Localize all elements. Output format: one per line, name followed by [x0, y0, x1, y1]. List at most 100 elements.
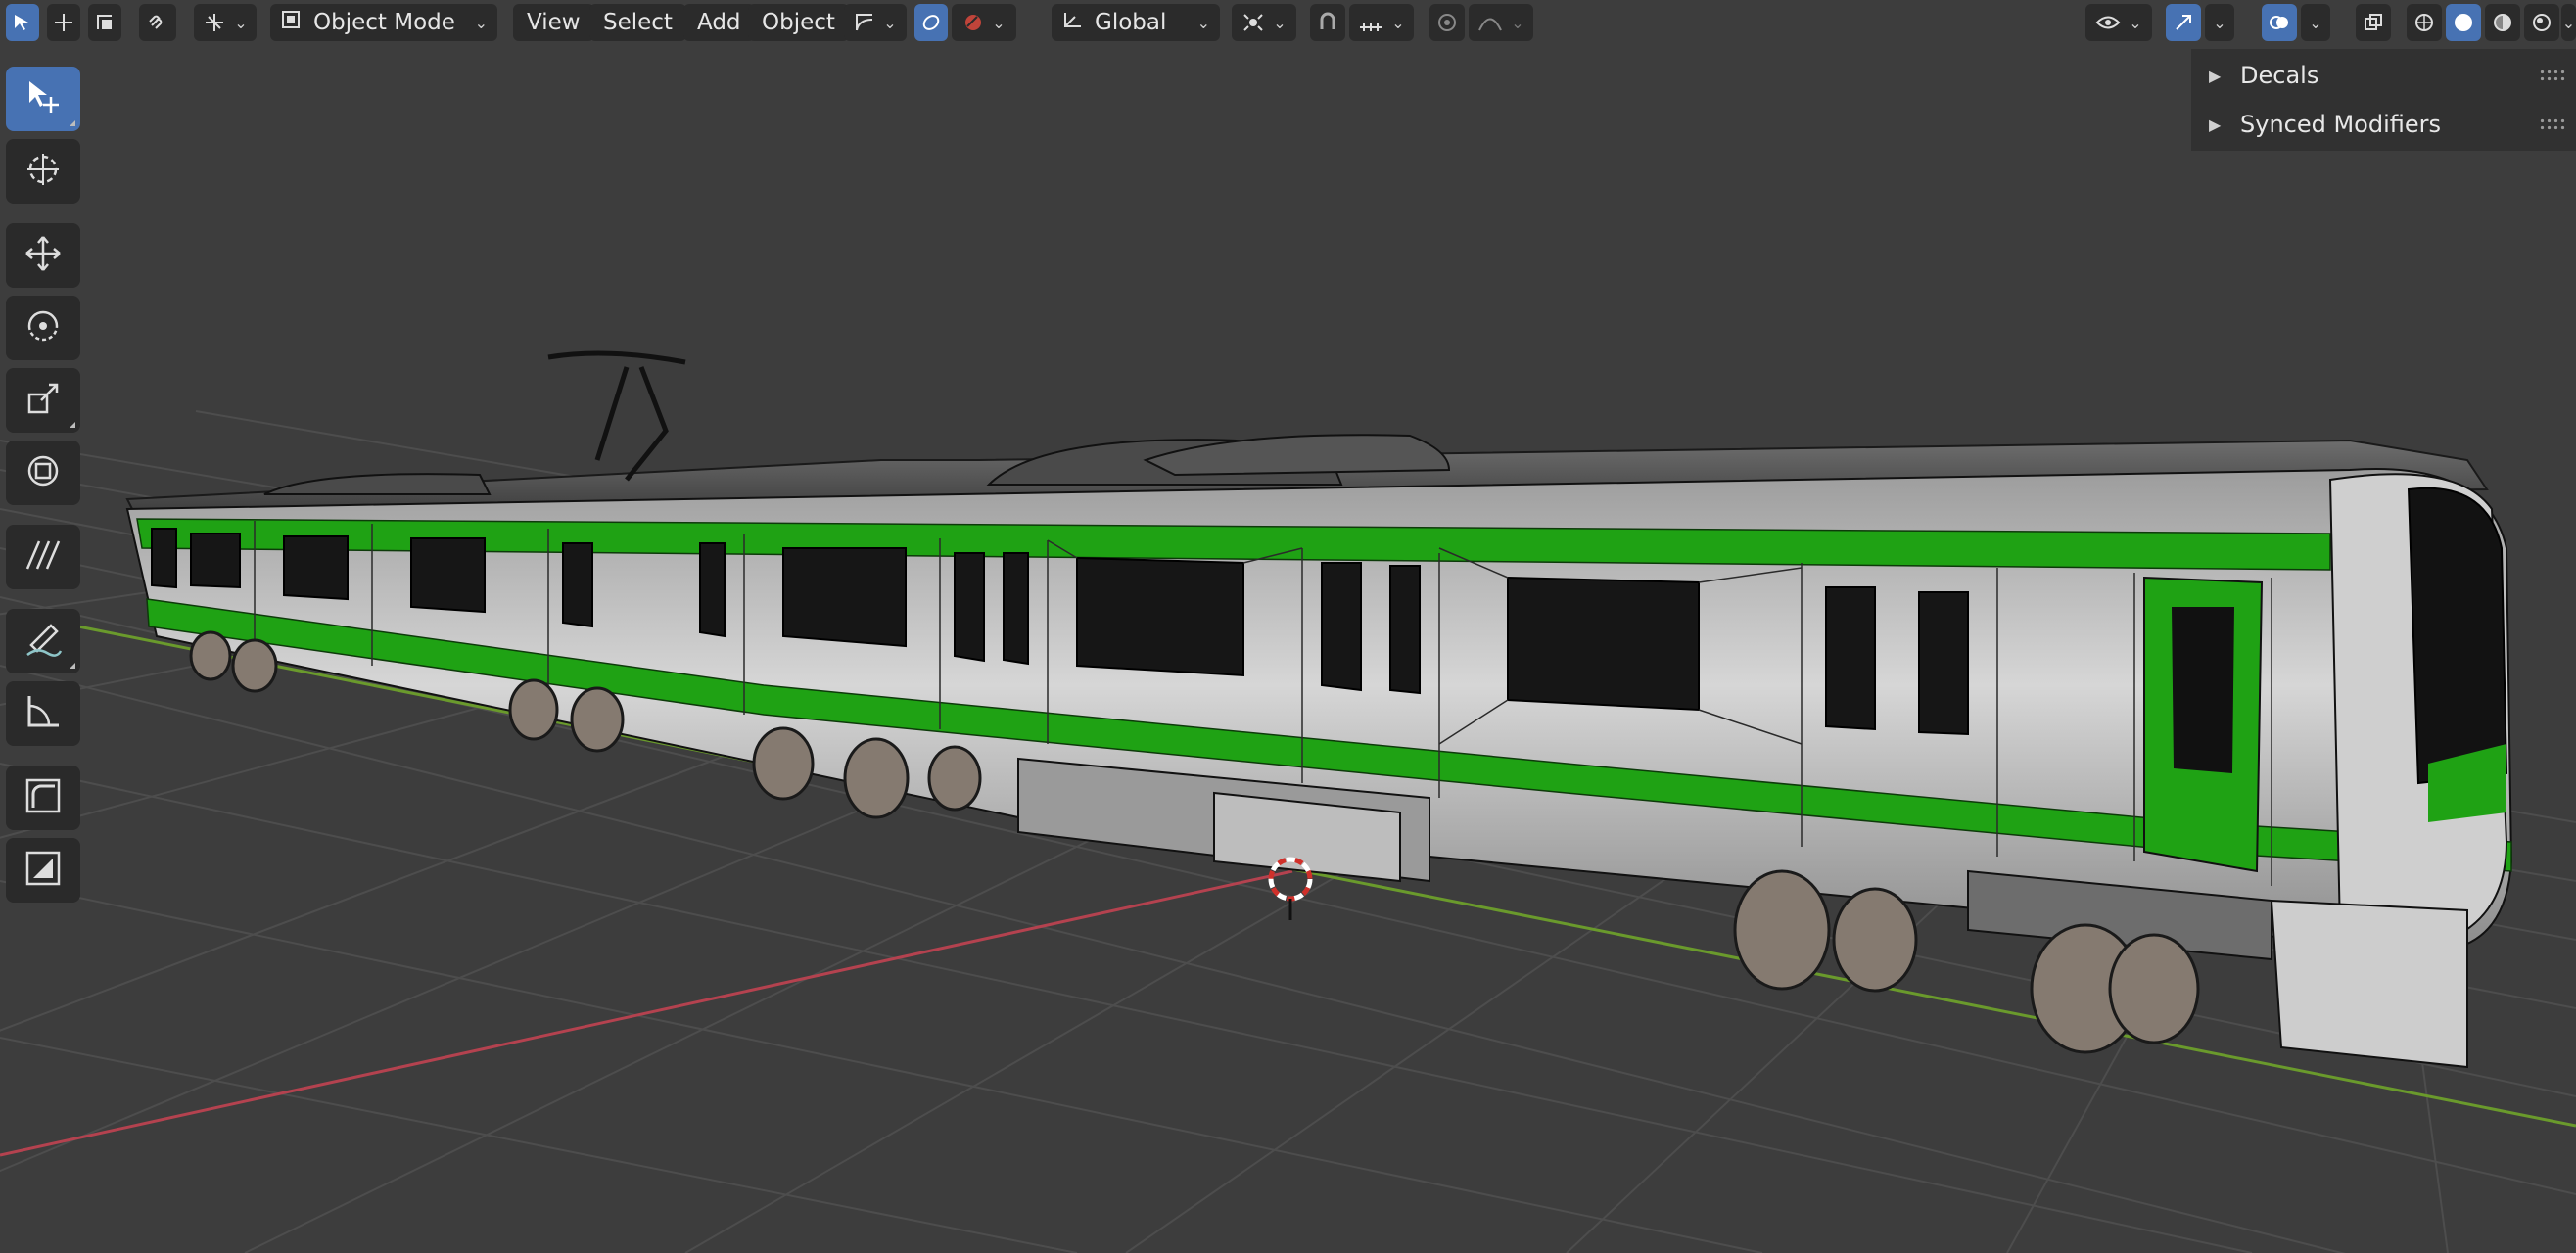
cursor-mode-button[interactable] [47, 4, 80, 41]
more-tools-indicator [70, 663, 75, 669]
menu-view[interactable]: View [513, 4, 594, 41]
cursor-tool-button[interactable] [6, 139, 80, 204]
chevron-down-icon: ⌄ [2561, 13, 2576, 32]
panel-synced-modifiers-label: Synced Modifiers [2240, 111, 2442, 138]
expand-arrow-icon: ▶ [2209, 66, 2222, 85]
sidebar-panel: ▶ Decals ▶ Synced Modifiers [2191, 49, 2576, 151]
material-ball-icon [962, 12, 984, 33]
viewport-header: ⌄ Object Mode ⌄ View Select Add Object ⌄… [0, 0, 2576, 45]
measure-tool-icon [23, 692, 63, 735]
proportional-edit-button[interactable] [1429, 4, 1465, 41]
select-tool-button[interactable] [6, 67, 80, 131]
cursor-icon [53, 12, 74, 33]
chevron-down-icon: ⌄ [2213, 13, 2226, 32]
select-box-icon [12, 12, 33, 33]
xray-icon [2363, 12, 2384, 33]
curve-icon [854, 12, 875, 33]
pivot-point-icon [1241, 12, 1265, 33]
overlays-icon [2269, 12, 2290, 33]
proportional-edit-icon [1436, 12, 1458, 33]
gizmo-dropdown[interactable]: ⌄ [2205, 4, 2234, 41]
orientation-dropdown[interactable]: Global ⌄ [1052, 4, 1220, 41]
annotate-tool-button[interactable] [6, 609, 80, 673]
menu-select[interactable]: Select [589, 4, 686, 41]
visibility-dropdown[interactable]: ⌄ [2085, 4, 2152, 41]
add-cube-tool-icon [23, 849, 63, 892]
panel-decals-label: Decals [2240, 62, 2319, 89]
link-button[interactable] [139, 4, 176, 41]
snap-icon [1317, 12, 1338, 33]
curve-tool-icon [23, 776, 63, 819]
mode-label: Object Mode [313, 10, 455, 35]
move-tool-icon [23, 234, 63, 277]
tweak-mode-button[interactable] [88, 4, 121, 41]
shading-toggle-dropdown[interactable]: ⌄ [952, 4, 1016, 41]
overlays-dropdown[interactable]: ⌄ [2301, 4, 2330, 41]
rotate-tool-icon [23, 306, 63, 349]
add-curve-tool-button[interactable] [6, 766, 80, 830]
annotate-lines-icon [23, 535, 63, 579]
drag-grip-icon[interactable] [2539, 69, 2566, 82]
chevron-down-icon: ⌄ [2129, 13, 2142, 32]
expand-arrow-icon: ▶ [2209, 115, 2222, 134]
rotate-tool-button[interactable] [6, 296, 80, 360]
panel-synced-modifiers[interactable]: ▶ Synced Modifiers [2191, 100, 2576, 149]
menu-add[interactable]: Add [683, 4, 755, 41]
select-box-button[interactable] [6, 4, 39, 41]
select-tool-icon [23, 77, 63, 120]
cursor-tool-icon [23, 150, 63, 193]
add-cube-tool-button[interactable] [6, 838, 80, 903]
panel-decals[interactable]: ▶ Decals [2191, 51, 2576, 100]
chevron-down-icon: ⌄ [1511, 13, 1524, 32]
ring-icon [920, 12, 942, 33]
snap-target-icon [1358, 12, 1383, 33]
eye-icon [2095, 12, 2121, 33]
pivot-icon [203, 12, 226, 33]
3d-viewport[interactable] [0, 0, 2576, 1253]
pivot-point-dropdown[interactable]: ⌄ [1232, 4, 1296, 41]
measure-tool-button[interactable] [6, 681, 80, 746]
snap-button[interactable] [1310, 4, 1345, 41]
material-shading-button[interactable] [2485, 4, 2520, 41]
tweak-icon [94, 12, 116, 33]
rendered-shading-icon [2531, 12, 2553, 33]
selectability-button[interactable] [914, 4, 948, 41]
scale-tool-button[interactable] [6, 368, 80, 433]
shading-dropdown[interactable]: ⌄ [2561, 4, 2576, 41]
snap-curve-dropdown[interactable]: ⌄ [844, 4, 907, 41]
transform-tool-button[interactable] [6, 441, 80, 505]
drag-grip-icon[interactable] [2539, 117, 2566, 131]
transform-tool-icon [23, 451, 63, 494]
link-icon [146, 12, 169, 33]
overlays-toggle-button[interactable] [2262, 4, 2297, 41]
menu-object[interactable]: Object [748, 4, 849, 41]
orientation-icon [1061, 9, 1085, 36]
xray-toggle-button[interactable] [2356, 4, 2391, 41]
more-tools-indicator [70, 120, 75, 126]
rendered-shading-button[interactable] [2524, 4, 2559, 41]
snap-target-dropdown[interactable]: ⌄ [1349, 4, 1414, 41]
solid-shading-button[interactable] [2446, 4, 2481, 41]
move-tool-button[interactable] [6, 223, 80, 288]
wireframe-shading-icon [2413, 12, 2435, 33]
chevron-down-icon: ⌄ [1273, 13, 1287, 32]
object-mode-icon [280, 9, 304, 36]
wireframe-shading-button[interactable] [2407, 4, 2442, 41]
gizmo-toggle-button[interactable] [2166, 4, 2201, 41]
scene-canvas[interactable] [0, 0, 2576, 1253]
annotate-line-tool-button[interactable] [6, 525, 80, 589]
transform-pivot-dropdown[interactable]: ⌄ [194, 4, 257, 41]
material-shading-icon [2492, 12, 2513, 33]
chevron-down-icon: ⌄ [2309, 13, 2322, 32]
falloff-dropdown[interactable]: ⌄ [1469, 4, 1533, 41]
chevron-down-icon: ⌄ [474, 13, 488, 32]
more-tools-indicator [70, 422, 75, 428]
solid-shading-icon [2453, 12, 2474, 33]
falloff-curve-icon [1477, 12, 1503, 33]
annotate-tool-icon [23, 620, 63, 663]
chevron-down-icon: ⌄ [992, 13, 1006, 32]
chevron-down-icon: ⌄ [883, 13, 897, 32]
mode-dropdown[interactable]: Object Mode ⌄ [270, 4, 497, 41]
orientation-label: Global [1095, 10, 1167, 35]
gizmo-icon [2173, 12, 2194, 33]
